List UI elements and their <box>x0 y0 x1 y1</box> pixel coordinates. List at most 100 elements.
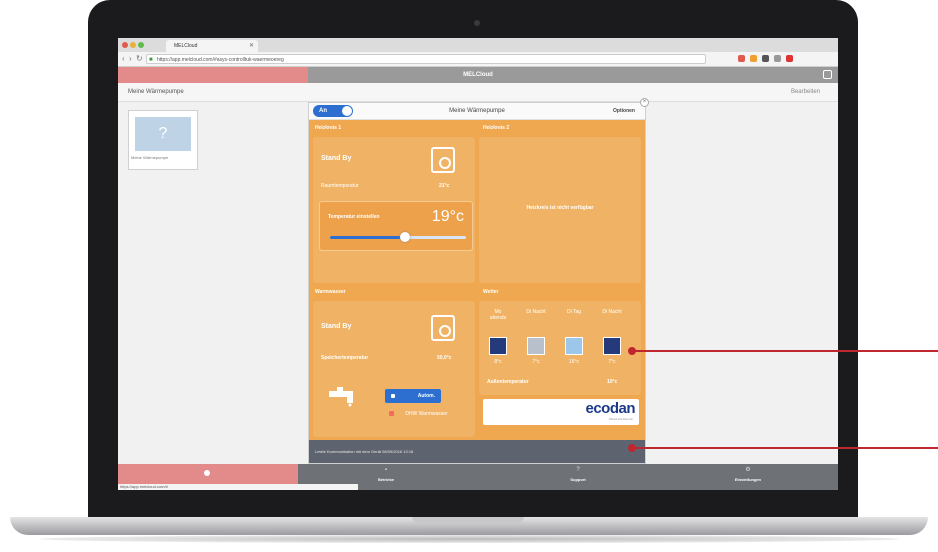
status-url: https://app.melcloud.com/# <box>118 484 358 490</box>
heizkreis2-message: Heizkreis ist nicht verfügbar <box>526 205 594 211</box>
ecodan-logo: ecodan Mitsubishi Electric <box>483 399 639 425</box>
device-section-title: Meine Wärmepumpe <box>128 89 184 95</box>
wetter-card: Mo abends Di Nacht Di Tag Di Nacht 8°c 7… <box>479 301 641 395</box>
callout-line-weather <box>632 350 938 352</box>
brand-sub: Mitsubishi Electric <box>608 417 633 421</box>
warmwasser-status: Stand By <box>321 323 352 330</box>
setpoint-label: Temperatur einstellen <box>328 214 380 220</box>
setpoint-value: 19°c <box>431 208 464 225</box>
back-icon[interactable]: ‹ <box>122 54 125 64</box>
tab-title: MELCloud <box>174 43 198 49</box>
weather-day-label: Di Nacht <box>526 309 546 315</box>
laptop-shadow <box>40 535 900 543</box>
room-temp-value: 21°c <box>439 183 450 189</box>
heizkreis1-card: Stand By Raumtemperatur 21°c Temperatur … <box>313 137 475 283</box>
unknown-device-icon: ? <box>158 125 168 142</box>
grid-icon: ▪ <box>384 467 388 473</box>
auto-dot-icon <box>391 394 395 398</box>
gear-icon: ⚙ <box>745 467 751 473</box>
screen: MELCloud ✕ ‹ › ↻ ■ https://app.melcloud.… <box>118 38 838 490</box>
reload-icon[interactable]: ↻ <box>136 54 143 64</box>
device-image: ? <box>135 117 191 151</box>
lock-icon: ■ <box>149 57 153 63</box>
extension-icon[interactable] <box>738 55 745 62</box>
room-temp-label: Raumtemperatur <box>321 183 359 189</box>
panel-footer: Letzte Kommunikation mit dem Gerät 08/09… <box>309 440 645 463</box>
heizkreis2-heading: Heizkreis 2 <box>483 125 510 131</box>
last-communication: Letzte Kommunikation mit dem Gerät 08/09… <box>315 449 414 454</box>
help-icon: ? <box>576 467 580 473</box>
weather-day-label: Di Tag <box>566 309 582 315</box>
auto-button-label: Autom. <box>417 393 435 399</box>
cloud-icon <box>527 337 545 355</box>
nav-support[interactable]: ? Support <box>538 464 618 490</box>
close-window-icon[interactable] <box>122 42 128 48</box>
nav-label: Betriebe <box>377 477 394 482</box>
panel-header: An Meine Wärmepumpe Optionen × <box>309 98 649 120</box>
extension-icon[interactable] <box>762 55 769 62</box>
device-tile[interactable]: ? Meine Wärmepumpe <box>128 110 198 170</box>
forced-heating-toggle[interactable]: DHW Warmwasser <box>389 411 448 417</box>
heating-indicator-icon <box>389 411 394 417</box>
panel-title: Meine Wärmepumpe <box>449 108 505 114</box>
options-link[interactable]: Optionen <box>613 103 635 119</box>
logout-icon[interactable] <box>823 70 832 79</box>
home-icon[interactable] <box>204 470 210 476</box>
wetter-heading: Wetter <box>483 289 499 295</box>
tank-temp-label: Speichertemperatur <box>321 355 369 361</box>
faucet-icon <box>329 387 353 407</box>
laptop-notch <box>412 517 524 523</box>
device-panel: An Meine Wärmepumpe Optionen × Heizkreis… <box>308 98 649 464</box>
edit-link[interactable]: Bearbeiten <box>791 83 820 101</box>
outdoor-temp-value: 10°c <box>607 379 618 385</box>
url-input[interactable]: ■ https://app.melcloud.com/#asys-control… <box>146 54 706 64</box>
weather-day-label: Di Nacht <box>602 309 622 315</box>
slider-thumb[interactable] <box>399 232 410 242</box>
camera-icon <box>474 20 480 26</box>
slider-fill <box>330 236 405 239</box>
address-bar: ‹ › ↻ ■ https://app.melcloud.com/#asys-c… <box>118 52 838 67</box>
weather-temp: 8°c <box>494 359 502 365</box>
sub-bar: Meine Wärmepumpe Bearbeiten <box>118 83 838 102</box>
house-icon <box>431 147 455 173</box>
moon-icon <box>603 337 621 355</box>
weather-temp: 7°c <box>608 359 616 365</box>
weather-temp: 7°c <box>532 359 540 365</box>
browser-tab[interactable]: MELCloud ✕ <box>166 40 258 52</box>
heizkreis2-card: Heizkreis ist nicht verfügbar <box>479 137 641 283</box>
outdoor-temp-label: Außentemperatur <box>487 379 529 385</box>
warmwasser-heading: Warmwasser <box>315 289 346 295</box>
warmwasser-card: Stand By Speichertemperatur 50,0°c Autom… <box>313 301 475 437</box>
minimize-window-icon[interactable] <box>130 42 136 48</box>
url-text: https://app.melcloud.com/#asys-controllt… <box>157 57 284 63</box>
extension-icon[interactable] <box>750 55 757 62</box>
nav-label: Support <box>570 477 586 482</box>
setpoint-slider[interactable] <box>330 232 466 242</box>
browser-tab-bar: MELCloud ✕ <box>118 38 838 52</box>
tank-temp-value: 50,0°c <box>437 355 452 361</box>
app-header: MELCloud <box>118 67 838 83</box>
maximize-window-icon[interactable] <box>138 42 144 48</box>
heizkreis1-status: Stand By <box>321 155 352 162</box>
extension-icon[interactable] <box>774 55 781 62</box>
menu-icon[interactable] <box>786 55 793 62</box>
close-tab-icon[interactable]: ✕ <box>249 40 254 52</box>
callout-line-footer <box>632 447 938 449</box>
app-title: MELCloud <box>463 72 493 78</box>
tank-icon <box>431 315 455 341</box>
sun-cloud-icon <box>565 337 583 355</box>
weather-day-label: Mo abends <box>489 309 507 321</box>
brand-name: ecodan <box>585 400 635 417</box>
bottom-nav: ▪ Betriebe ? Support ⚙ Einstellungen htt… <box>118 464 838 490</box>
nav-einstellungen[interactable]: ⚙ Einstellungen <box>708 464 788 490</box>
moon-icon <box>489 337 507 355</box>
nav-betriebe[interactable]: ▪ Betriebe <box>346 464 426 490</box>
setpoint-box: Temperatur einstellen 19°c <box>319 201 473 251</box>
device-tile-label: Meine Wärmepumpe <box>131 155 169 160</box>
forced-heating-label: DHW Warmwasser <box>405 411 448 417</box>
forward-icon[interactable]: › <box>129 54 132 64</box>
auto-button[interactable]: Autom. <box>385 389 441 403</box>
heizkreis1-heading: Heizkreis 1 <box>315 125 342 131</box>
weather-temp: 16°c <box>568 359 580 365</box>
close-icon[interactable]: × <box>640 98 649 107</box>
